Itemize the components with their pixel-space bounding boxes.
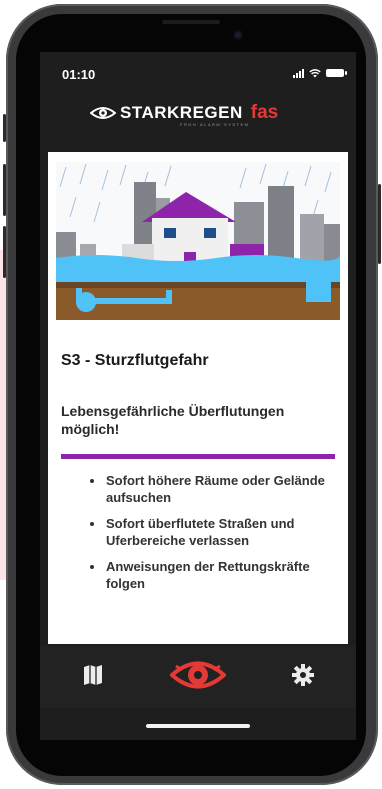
status-icons	[293, 68, 347, 78]
gear-icon	[292, 664, 314, 686]
tab-bar	[40, 646, 356, 708]
instruction-item: Sofort höhere Räume oder Gelände aufsuch…	[90, 472, 340, 506]
power-button	[378, 184, 381, 264]
instruction-text: Sofort höhere Räume oder Gelände aufsuch…	[106, 473, 325, 505]
logo-eye-icon	[90, 107, 116, 119]
instruction-text: Anweisungen der Rettungskräfte folgen	[106, 559, 310, 591]
app-screen: 01:10 STARKREGEN fas FRÜH·ALARM·SYSTEM S…	[40, 52, 356, 740]
home-indicator[interactable]	[146, 724, 250, 728]
battery-icon	[326, 69, 347, 77]
front-camera	[233, 30, 243, 40]
warning-card: S3 - Sturzflutgefahr Lebensgefährliche Ü…	[48, 152, 348, 644]
tab-warning[interactable]	[164, 646, 232, 704]
warning-level-bar	[61, 454, 335, 459]
instruction-item: Sofort überflutete Straßen und Uferberei…	[90, 515, 340, 549]
volume-down-button	[3, 226, 6, 278]
tab-map[interactable]	[68, 646, 118, 704]
signal-icon	[293, 68, 304, 78]
instruction-list: Sofort höhere Räume oder Gelände aufsuch…	[90, 472, 340, 601]
instruction-text: Sofort überflutete Straßen und Uferberei…	[106, 516, 295, 548]
earpiece-speaker	[162, 20, 220, 24]
app-logo: STARKREGEN fas FRÜH·ALARM·SYSTEM	[40, 94, 356, 142]
wifi-icon	[309, 69, 321, 78]
warning-description: Lebensgefährliche Überflutungen möglich!	[61, 403, 285, 437]
status-time: 01:10	[62, 67, 96, 82]
eye-icon	[170, 661, 226, 689]
volume-up-button	[3, 164, 6, 216]
logo-text: STARKREGEN	[120, 103, 243, 122]
mute-switch	[3, 114, 6, 142]
logo-brand: fas	[250, 102, 279, 123]
tab-settings[interactable]	[278, 646, 328, 704]
logo-subtitle: FRÜH·ALARM·SYSTEM	[180, 122, 250, 127]
instruction-item: Anweisungen der Rettungskräfte folgen	[90, 558, 340, 592]
status-bar: 01:10	[40, 52, 356, 94]
flood-illustration	[56, 162, 340, 320]
map-icon	[84, 665, 102, 685]
warning-level-title: S3 - Sturzflutgefahr	[61, 352, 209, 369]
